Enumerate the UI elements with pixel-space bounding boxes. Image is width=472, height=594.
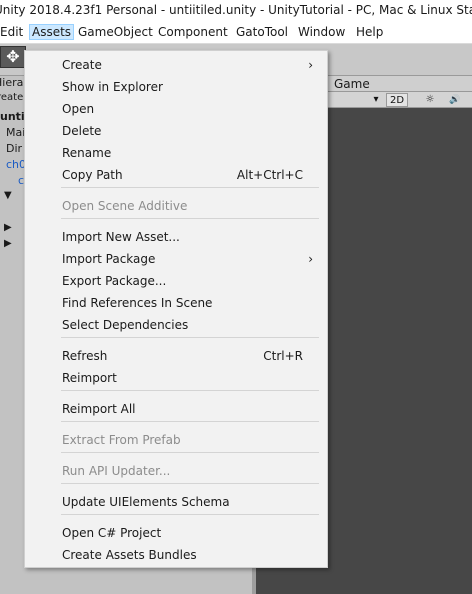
dropdown-arrow-icon[interactable]: ▾ <box>370 93 382 107</box>
hierarchy-item[interactable]: Mai <box>6 126 25 142</box>
menu-assets[interactable]: Assets <box>28 24 75 40</box>
menu-bar: Edit Assets GameObject Component GatoToo… <box>0 22 472 44</box>
menu-separator <box>61 514 319 515</box>
hierarchy-item[interactable]: Dir <box>6 142 22 158</box>
menu-item-label: Open C# Project <box>62 526 162 540</box>
game-tab-label: Game <box>334 77 370 91</box>
menu-item-label: Export Package... <box>62 274 167 288</box>
menu-item-extract-from-prefab: Extract From Prefab <box>25 429 327 451</box>
menu-item-select-dependencies[interactable]: Select Dependencies <box>25 314 327 336</box>
menu-item-label: Create <box>62 58 102 72</box>
menu-item-label: Find References In Scene <box>62 296 213 310</box>
title-bar: Unity 2018.4.23f1 Personal - untiitiled.… <box>0 0 472 22</box>
menu-item-import-new-asset[interactable]: Import New Asset... <box>25 226 327 248</box>
menu-item-label: Extract From Prefab <box>62 433 181 447</box>
menu-separator <box>61 218 319 219</box>
menu-item-label: Select Dependencies <box>62 318 189 332</box>
menu-item-reimport-all[interactable]: Reimport All <box>25 398 327 420</box>
menu-item-label: Delete <box>62 124 102 138</box>
submenu-arrow-icon: › <box>308 58 313 72</box>
menu-help[interactable]: Help <box>356 25 383 39</box>
menu-item-label: Run API Updater... <box>62 464 171 478</box>
menu-item-label: Show in Explorer <box>62 80 163 94</box>
menu-item-label: Create Assets Bundles <box>62 548 197 562</box>
menu-item-run-api-updater: Run API Updater... <box>25 460 327 482</box>
window-title: Unity 2018.4.23f1 Personal - untiitiled.… <box>0 3 472 17</box>
menu-item-reimport[interactable]: Reimport <box>25 367 327 389</box>
menu-item-label: Open <box>62 102 95 116</box>
menu-item-show-in-explorer[interactable]: Show in Explorer <box>25 76 327 98</box>
menu-separator <box>61 187 319 188</box>
expand-arrow-icon[interactable]: ▶ <box>4 238 12 254</box>
menu-item-delete[interactable]: Delete <box>25 120 327 142</box>
menu-edit[interactable]: Edit <box>0 25 23 39</box>
menu-item-label: Import New Asset... <box>62 230 180 244</box>
menu-item-shortcut: Ctrl+R <box>263 349 303 363</box>
menu-item-rename[interactable]: Rename <box>25 142 327 164</box>
menu-item-create[interactable]: Create › <box>25 54 327 76</box>
menu-item-open-scene-additive: Open Scene Additive <box>25 195 327 217</box>
menu-gameobject[interactable]: GameObject <box>78 25 153 39</box>
unity-editor-window: Unity 2018.4.23f1 Personal - untiitiled.… <box>0 0 472 594</box>
menu-gatotool[interactable]: GatoTool <box>236 25 288 39</box>
sound-icon[interactable]: 🔊 <box>446 93 464 107</box>
menu-item-import-package[interactable]: Import Package › <box>25 248 327 270</box>
menu-item-label: Open Scene Additive <box>62 199 188 213</box>
menu-item-label: Refresh <box>62 349 108 363</box>
menu-item-shortcut: Alt+Ctrl+C <box>236 168 303 182</box>
submenu-arrow-icon: › <box>308 252 313 266</box>
menu-item-find-references-in-scene[interactable]: Find References In Scene <box>25 292 327 314</box>
menu-separator <box>61 483 319 484</box>
menu-separator <box>61 390 319 391</box>
menu-item-open[interactable]: Open <box>25 98 327 120</box>
menu-item-label: Import Package <box>62 252 156 266</box>
menu-item-export-package[interactable]: Export Package... <box>25 270 327 292</box>
game-tab[interactable]: Game <box>328 76 472 92</box>
2d-toggle-button[interactable]: 2D <box>386 93 408 107</box>
menu-item-label: Reimport All <box>62 402 136 416</box>
menu-separator <box>61 452 319 453</box>
menu-item-update-uielements-schema[interactable]: Update UIElements Schema <box>25 491 327 513</box>
menu-item-open-csharp-project[interactable]: Open C# Project <box>25 522 327 544</box>
sun-icon[interactable]: ☼ <box>422 93 438 107</box>
menu-item-create-assets-bundles[interactable]: Create Assets Bundles <box>25 544 327 566</box>
menu-item-label: Update UIElements Schema <box>62 495 230 509</box>
menu-window[interactable]: Window <box>298 25 345 39</box>
menu-item-copy-path[interactable]: Copy Path Alt+Ctrl+C <box>25 164 327 186</box>
move-tool-icon[interactable]: ✥ <box>0 46 26 68</box>
menu-separator <box>61 337 319 338</box>
expand-arrow-icon[interactable]: ▶ <box>4 222 12 238</box>
menu-item-label: Reimport <box>62 371 117 385</box>
expand-arrow-icon[interactable]: ▼ <box>4 190 12 206</box>
menu-separator <box>61 421 319 422</box>
menu-item-refresh[interactable]: Refresh Ctrl+R <box>25 345 327 367</box>
game-toolbar: ▾ 2D ☼ 🔊 <box>328 92 472 108</box>
assets-dropdown-menu: Create › Show in Explorer Open Delete Rename C… <box>24 50 328 568</box>
menu-item-label: Copy Path <box>62 168 123 182</box>
menu-component[interactable]: Component <box>158 25 228 39</box>
menu-item-label: Rename <box>62 146 112 160</box>
